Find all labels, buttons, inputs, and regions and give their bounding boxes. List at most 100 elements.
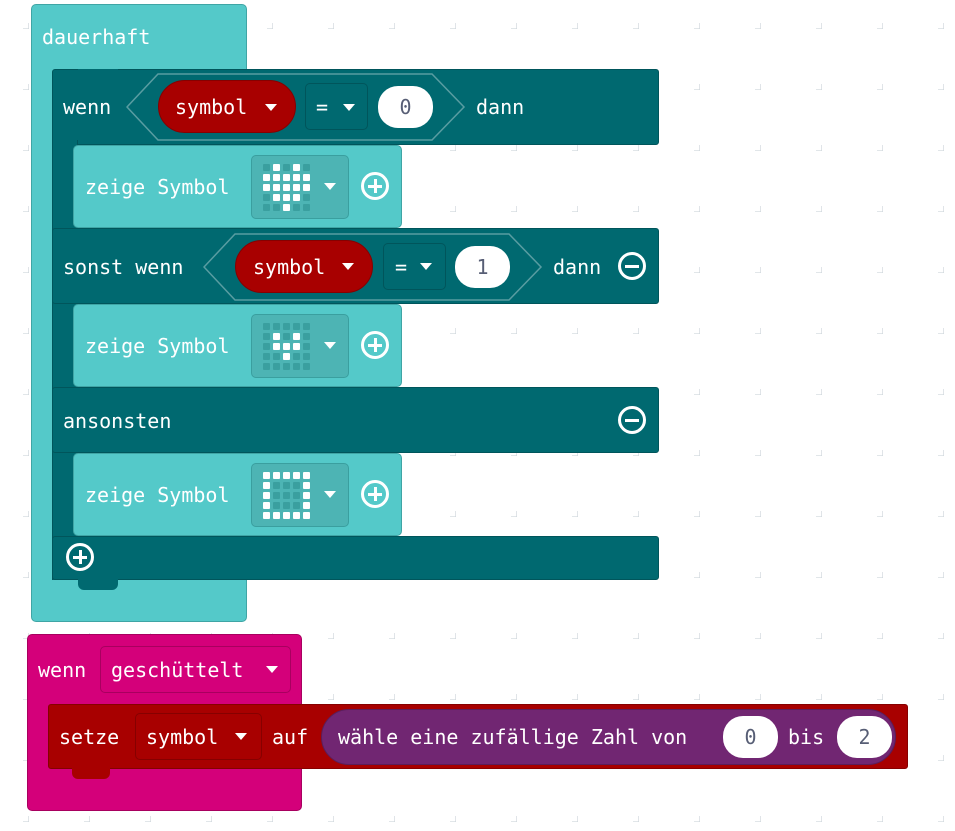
led-pixel [283,353,290,360]
led-pixel [283,194,290,201]
operator-dropdown-2[interactable] [383,243,446,290]
led-pixel [303,184,310,191]
led-pixel [263,204,270,211]
add-elseif-button[interactable] [66,543,94,571]
led-pixel [283,333,290,340]
led-pixel [273,482,280,489]
led-pixel [263,472,270,479]
compare-value-input-1[interactable]: 0 [378,86,433,128]
led-pixel [263,174,270,181]
led-pixel [273,164,280,171]
set-label: setze [59,725,120,749]
led-pixel [273,502,280,509]
led-pixel [283,174,290,181]
led-pixel [293,343,300,350]
if-block-bottom-notch [78,578,118,590]
led-pixel [263,343,270,350]
led-pixel [293,492,300,499]
compare-value-input-2[interactable]: 1 [455,246,510,288]
to-label: auf [272,725,309,749]
remove-elseif-button[interactable] [618,252,646,280]
else-label: ansonsten [63,409,172,433]
led-pixel [283,492,290,499]
led-pixel [293,363,300,370]
on-gesture-label: wenn [38,658,87,682]
icon-dropdown-2[interactable] [251,314,349,378]
led-pixel [273,343,280,350]
random-to-label: bis [788,725,825,749]
set-block-bottom-notch [72,768,110,779]
variable-label: symbol [253,255,326,279]
led-pixel [263,184,270,191]
led-pixel [303,204,310,211]
led-pixel [303,353,310,360]
led-pixel [303,502,310,509]
led-pixel [283,512,290,519]
led-pixel [283,164,290,171]
add-parameter-button-3[interactable] [361,480,389,508]
if-block-footer [52,536,659,580]
chevron-down-icon [342,263,354,270]
operator-dropdown-1[interactable] [305,83,368,130]
random-from-input[interactable]: 0 [723,716,778,758]
remove-else-button[interactable] [618,406,646,434]
led-pixel [283,482,290,489]
led-pixel [293,174,300,181]
chevron-down-icon [324,342,336,349]
led-pixel [303,174,310,181]
heart-icon [263,164,311,212]
icon-dropdown-1[interactable] [251,155,349,219]
led-pixel [263,194,270,201]
led-pixel [263,502,270,509]
led-pixel [293,204,300,211]
led-pixel [283,502,290,509]
gesture-value: geschüttelt [111,658,244,682]
chevron-down-icon [265,104,277,111]
led-pixel [273,204,280,211]
led-pixel [303,512,310,519]
chevron-down-icon [266,666,278,673]
led-pixel [303,482,310,489]
then-label: dann [553,255,602,279]
led-pixel [293,194,300,201]
led-pixel [283,472,290,479]
chevron-down-icon [235,733,247,740]
led-pixel [303,472,310,479]
led-pixel [263,492,270,499]
operator-label: = [316,95,329,119]
led-pixel [273,472,280,479]
then-label: dann [476,95,525,119]
led-pixel [303,164,310,171]
add-parameter-button-1[interactable] [361,172,389,200]
forever-label: dauerhaft [42,25,151,49]
led-pixel [263,323,270,330]
led-pixel [283,204,290,211]
led-pixel [263,353,270,360]
square-icon [263,472,311,520]
led-pixel [273,323,280,330]
add-parameter-button-2[interactable] [361,331,389,359]
random-label: wähle eine zufällige Zahl von [338,725,688,749]
led-pixel [293,502,300,509]
random-to-input[interactable]: 2 [837,716,892,758]
led-pixel [273,184,280,191]
led-pixel [273,333,280,340]
led-pixel [303,333,310,340]
led-pixel [263,333,270,340]
chevron-down-icon [324,183,336,190]
set-variable-name: symbol [146,725,219,749]
led-pixel [293,333,300,340]
led-pixel [303,194,310,201]
icon-dropdown-3[interactable] [251,463,349,527]
led-pixel [263,363,270,370]
variable-label: symbol [175,95,248,119]
led-pixel [273,194,280,201]
led-pixel [293,164,300,171]
led-pixel [293,184,300,191]
if-block-notch [78,69,118,77]
led-pixel [273,492,280,499]
led-pixel [283,343,290,350]
small-heart-icon [263,323,311,371]
led-pixel [263,164,270,171]
if-label: wenn [63,95,112,119]
